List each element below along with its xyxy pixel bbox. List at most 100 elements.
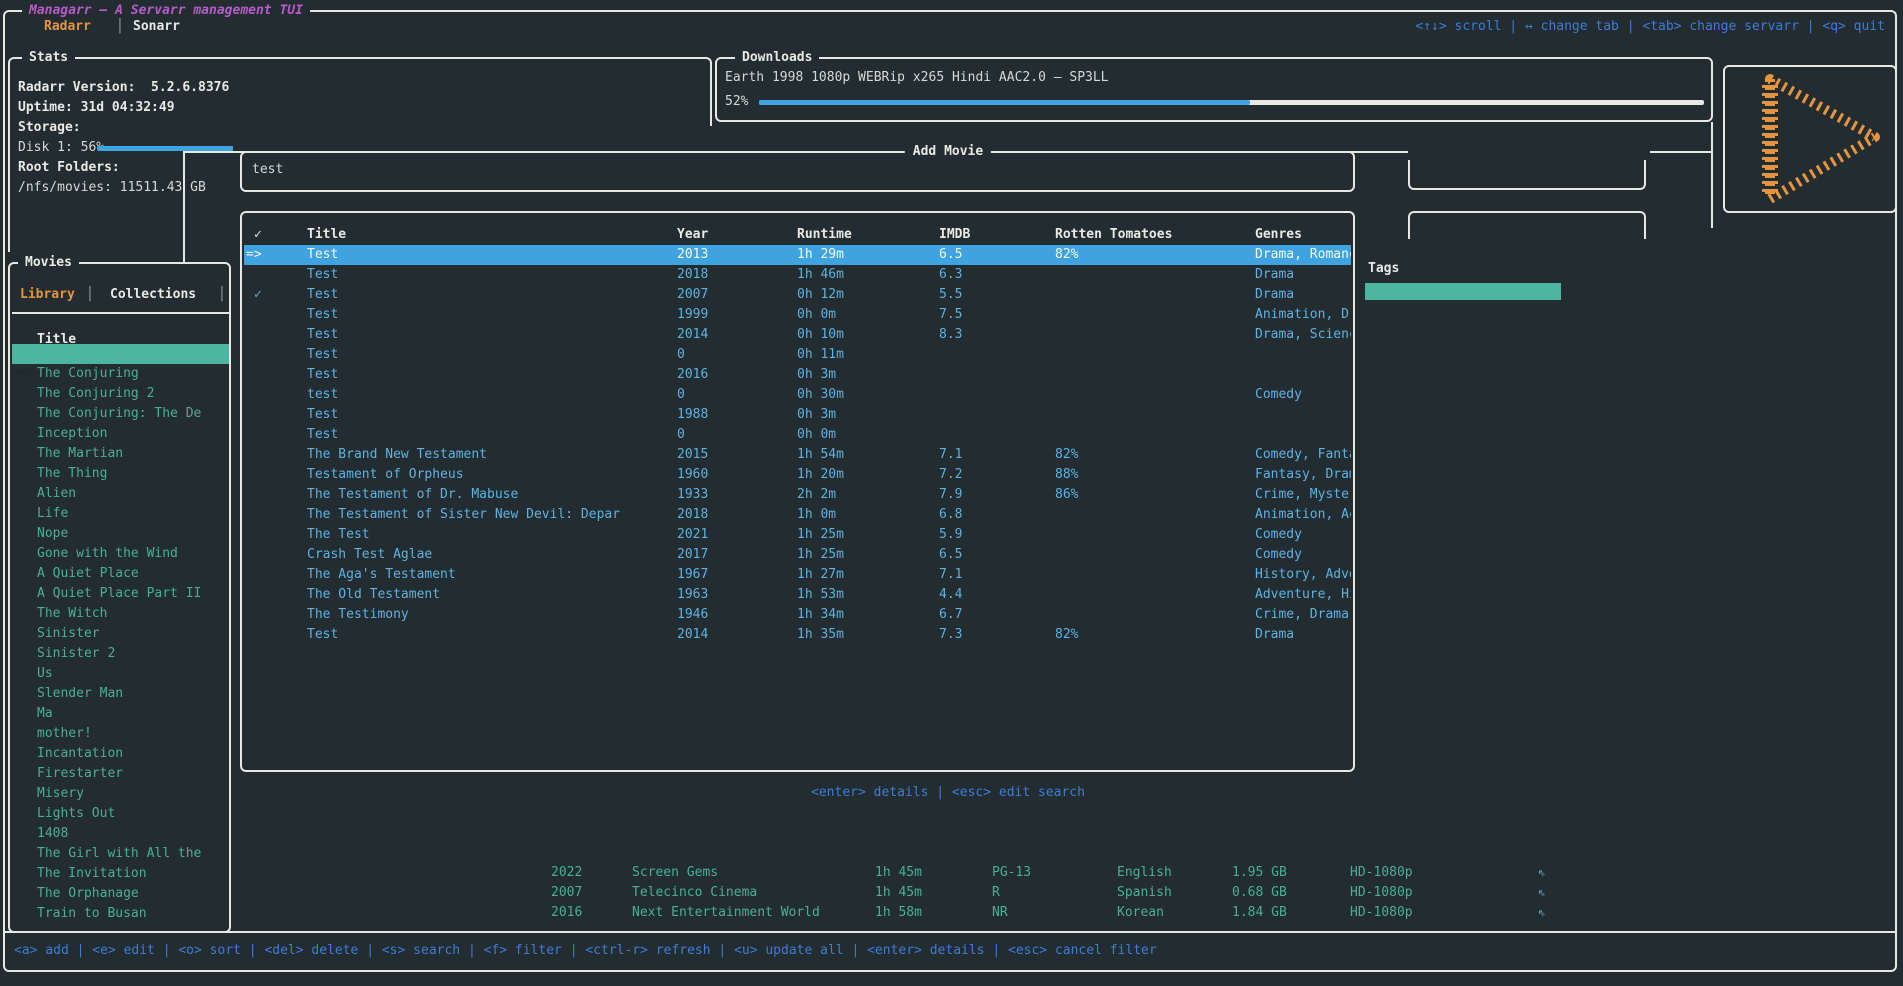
result-row[interactable]: Test00h 0m — [244, 425, 1351, 445]
tab-radarr[interactable]: Radarr — [44, 17, 91, 37]
cell-year: 2007 — [551, 883, 632, 903]
library-row[interactable]: 2016Next Entertainment World1h 58mNRKore… — [551, 903, 1578, 923]
cell-title: The Testimony — [307, 605, 677, 625]
movie-list-item[interactable]: The Conjuring 2 — [10, 384, 229, 404]
movie-list-item[interactable]: Lights Out — [10, 804, 229, 824]
library-row[interactable]: 2007Telecinco Cinema1h 45mRSpanish0.68 G… — [551, 883, 1578, 903]
cell-size: 1.95 GB — [1232, 863, 1350, 883]
movie-list-item[interactable]: Misery — [10, 784, 229, 804]
result-row[interactable]: The Testimony19461h 34m6.7Crime, Drama — [244, 605, 1351, 625]
movie-list-item[interactable]: Us — [10, 664, 229, 684]
result-row[interactable]: The Test20211h 25m5.9Comedy — [244, 525, 1351, 545]
movie-list-item[interactable]: Sinister 2 — [10, 644, 229, 664]
library-rows: 2022Screen Gems1h 45mPG-13English1.95 GB… — [551, 863, 1578, 923]
tab-library[interactable]: Library — [20, 285, 75, 305]
cell-title: Test — [307, 245, 677, 265]
result-row[interactable]: Test20140h 10m8.3Drama, Science Fiction — [244, 325, 1351, 345]
stats-title: Stats — [22, 49, 75, 67]
movie-list-item[interactable]: A Quiet Place Part II — [10, 584, 229, 604]
movie-list-item[interactable]: Ma — [10, 704, 229, 724]
result-row[interactable]: Test19990h 0m7.5Animation, Drama — [244, 305, 1351, 325]
movie-list-item[interactable]: 1408 — [10, 824, 229, 844]
cell-imdb: 7.5 — [939, 305, 1055, 325]
movie-list-item[interactable]: The Martian — [10, 444, 229, 464]
stats-storage-label: Storage: — [18, 118, 81, 138]
monitored-check-icon — [244, 325, 307, 345]
movie-list-item[interactable]: The Girl with All the — [10, 844, 229, 864]
movie-search-input[interactable] — [252, 162, 1332, 177]
download-percent-label: 52% — [725, 92, 748, 112]
result-row[interactable]: Crash Test Aglae20171h 25m6.5Comedy — [244, 545, 1351, 565]
tag-icon: ⇖ — [1538, 863, 1578, 883]
cell-imdb — [939, 405, 1055, 425]
movies-tab-separator-2: │ — [218, 285, 226, 305]
cell-year: 2017 — [677, 545, 797, 565]
results-header-row: ✓ Title Year Runtime IMDB Rotten Tomatoe… — [244, 225, 1351, 245]
movie-list-item[interactable]: Train to Busan — [10, 904, 229, 924]
result-row[interactable]: The Old Testament19631h 53m4.4Adventure,… — [244, 585, 1351, 605]
tags-selected-field[interactable] — [1365, 283, 1561, 300]
result-row[interactable]: The Aga's Testament19671h 27m7.1History,… — [244, 565, 1351, 585]
monitored-check-icon — [244, 405, 307, 425]
movie-list-item[interactable]: Inception — [10, 424, 229, 444]
cell-genres: Crime, Mystery, Thriller — [1255, 485, 1351, 505]
result-row[interactable]: Testament of Orpheus19601h 20m7.288%Fant… — [244, 465, 1351, 485]
movie-list-item[interactable]: Gone with the Wind — [10, 544, 229, 564]
result-row[interactable]: ✓Test20070h 12m5.5Drama — [244, 285, 1351, 305]
result-row[interactable]: =>Test20131h 29m6.582%Drama, Romance — [244, 245, 1351, 265]
result-row[interactable]: test00h 30mComedy — [244, 385, 1351, 405]
cell-imdb: 6.5 — [939, 545, 1055, 565]
cell-certification: R — [992, 883, 1117, 903]
cell-rotten-tomatoes — [1055, 545, 1255, 565]
movie-list-item[interactable]: The Witch — [10, 604, 229, 624]
result-row[interactable]: The Testament of Dr. Mabuse19332h 2m7.98… — [244, 485, 1351, 505]
movie-list-item[interactable]: Nope — [10, 524, 229, 544]
result-row[interactable]: Test20160h 3m — [244, 365, 1351, 385]
cell-runtime: 1h 35m — [797, 625, 939, 645]
cell-quality: HD-1080p — [1350, 883, 1538, 903]
movie-list-item[interactable]: Slender Man — [10, 684, 229, 704]
movie-list-item[interactable]: The Orphanage — [10, 884, 229, 904]
cell-genres: Drama — [1255, 265, 1351, 285]
movie-list-item[interactable]: Firestarter — [10, 764, 229, 784]
result-row[interactable]: Test20141h 35m7.382%Drama — [244, 625, 1351, 645]
movie-list-item-selected[interactable]: => Dune — [12, 344, 229, 364]
result-row[interactable]: The Brand New Testament20151h 54m7.182%C… — [244, 445, 1351, 465]
cell-imdb — [939, 345, 1055, 365]
movie-list-item[interactable]: Sinister — [10, 624, 229, 644]
movie-list-item[interactable]: The Thing — [10, 464, 229, 484]
movie-list-item[interactable]: Incantation — [10, 744, 229, 764]
cell-rotten-tomatoes — [1055, 285, 1255, 305]
movies-panel-title: Movies — [18, 254, 79, 272]
cell-title: Test — [307, 345, 677, 365]
result-row[interactable]: The Testament of Sister New Devil: Depar… — [244, 505, 1351, 525]
result-row[interactable]: Test19880h 3m — [244, 405, 1351, 425]
movie-list-item[interactable]: A Quiet Place — [10, 564, 229, 584]
underlying-box-fragment-bottom — [1408, 211, 1646, 239]
top-help-bar: <↑↓> scroll | ↔ change tab | <tab> chang… — [1415, 17, 1885, 37]
library-row[interactable]: 2022Screen Gems1h 45mPG-13English1.95 GB… — [551, 863, 1578, 883]
cell-imdb: 5.9 — [939, 525, 1055, 545]
movie-list-item[interactable]: The Conjuring — [10, 364, 229, 384]
cell-imdb: 7.9 — [939, 485, 1055, 505]
movie-list-item[interactable]: mother! — [10, 724, 229, 744]
tab-collections[interactable]: Collections — [110, 285, 196, 305]
tab-sonarr[interactable]: Sonarr — [133, 17, 180, 37]
cell-language: Spanish — [1117, 883, 1232, 903]
movie-list-item[interactable]: Alien — [10, 484, 229, 504]
movie-list-item[interactable]: The Conjuring: The De — [10, 404, 229, 424]
cell-rotten-tomatoes: 88% — [1055, 465, 1255, 485]
border-gap — [1408, 146, 1650, 158]
result-row[interactable]: Test00h 11m — [244, 345, 1351, 365]
cell-runtime: 1h 20m — [797, 465, 939, 485]
cell-runtime: 0h 3m — [797, 405, 939, 425]
monitored-check-icon: ✓ — [244, 285, 307, 305]
cell-title: Crash Test Aglae — [307, 545, 677, 565]
cell-rotten-tomatoes — [1055, 525, 1255, 545]
monitored-check-icon — [244, 525, 307, 545]
movie-list-item[interactable]: Life — [10, 504, 229, 524]
popup-left-border — [183, 151, 185, 262]
cell-genres: Adventure, History, Drama — [1255, 585, 1351, 605]
result-row[interactable]: Test20181h 46m6.3Drama — [244, 265, 1351, 285]
movie-list-item[interactable]: The Invitation — [10, 864, 229, 884]
